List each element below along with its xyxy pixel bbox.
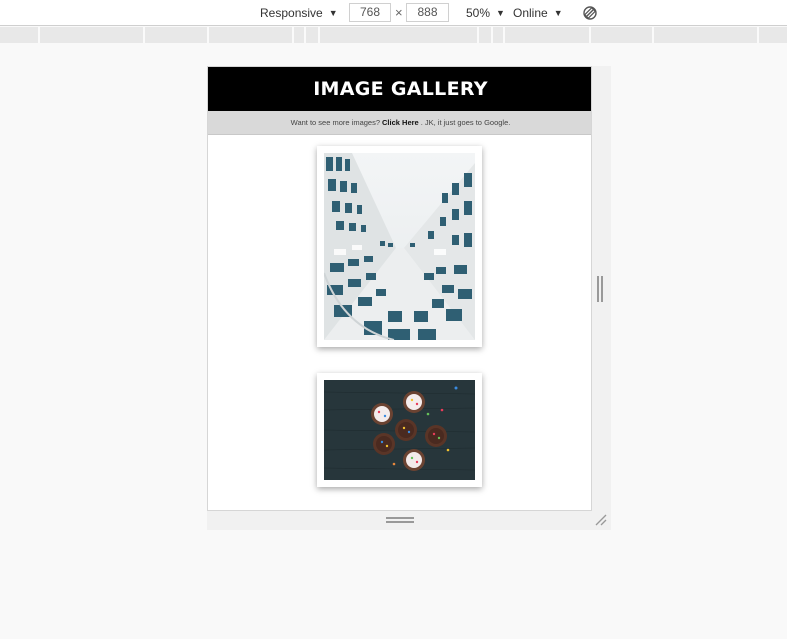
throttle-select[interactable]: Online ▼ bbox=[513, 0, 563, 25]
building-image bbox=[324, 153, 475, 340]
device-toolbar: Responsive ▼ 768 × 888 50% ▼ Online ▼ bbox=[0, 0, 787, 26]
chevron-down-icon: ▼ bbox=[553, 7, 563, 18]
cupcakes-image bbox=[324, 380, 475, 480]
chevron-down-icon: ▼ bbox=[496, 7, 505, 18]
resize-handle-bottom[interactable] bbox=[386, 517, 414, 523]
rotate-button[interactable] bbox=[582, 0, 598, 25]
device-label: Responsive bbox=[260, 5, 323, 20]
zoom-label: 50% bbox=[466, 5, 491, 20]
width-input[interactable]: 768 bbox=[349, 3, 391, 22]
chevron-down-icon: ▼ bbox=[328, 7, 338, 18]
media-query-ruler[interactable] bbox=[0, 27, 787, 43]
resize-corner-icon[interactable] bbox=[594, 513, 608, 527]
emulated-viewport: IMAGE GALLERY Want to see more images? C… bbox=[207, 66, 592, 511]
zoom-select[interactable]: 50% ▼ bbox=[466, 0, 505, 25]
resize-handle-right[interactable] bbox=[597, 276, 604, 302]
height-input[interactable]: 888 bbox=[406, 3, 449, 22]
click-here-link[interactable]: Click Here bbox=[382, 118, 419, 127]
times-icon: × bbox=[395, 5, 403, 20]
page-title: IMAGE GALLERY bbox=[208, 67, 591, 111]
gallery-card[interactable] bbox=[317, 373, 482, 487]
rotate-icon bbox=[583, 5, 597, 20]
throttle-label: Online bbox=[513, 5, 548, 20]
gallery-card[interactable] bbox=[317, 146, 482, 347]
device-select[interactable]: Responsive ▼ bbox=[260, 0, 338, 25]
subtitle-text: Want to see more images? bbox=[290, 118, 381, 127]
subtitle-suffix: . JK, it just goes to Google. bbox=[420, 118, 511, 127]
subtitle-bar: Want to see more images? Click Here . JK… bbox=[208, 111, 591, 135]
